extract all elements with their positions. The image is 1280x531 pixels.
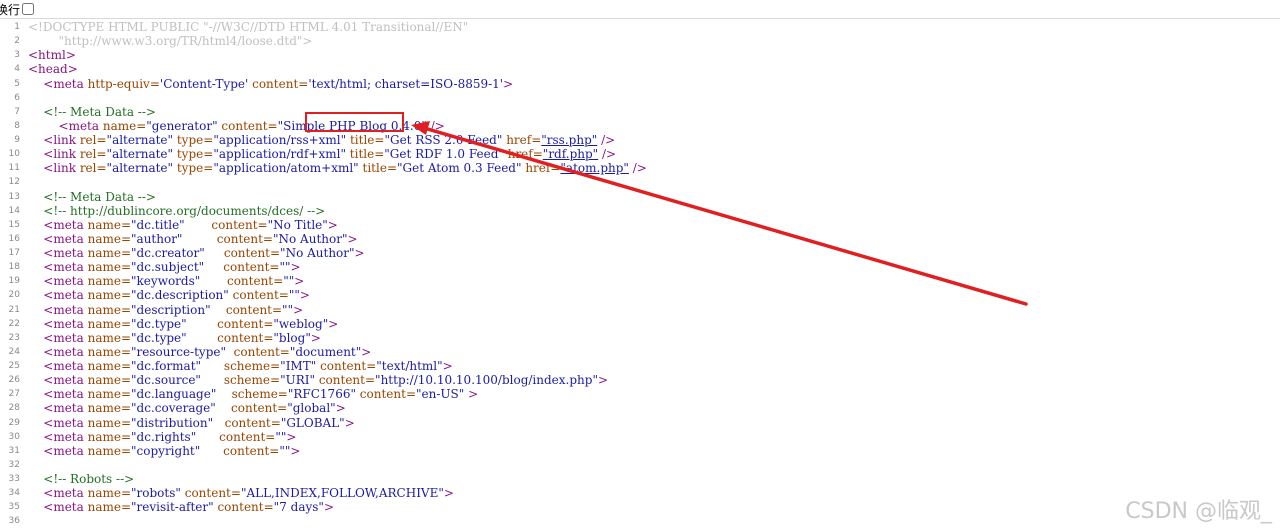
watermark: CSDN @临观_ xyxy=(1125,499,1272,524)
annotation-arrow-icon xyxy=(411,121,1028,306)
